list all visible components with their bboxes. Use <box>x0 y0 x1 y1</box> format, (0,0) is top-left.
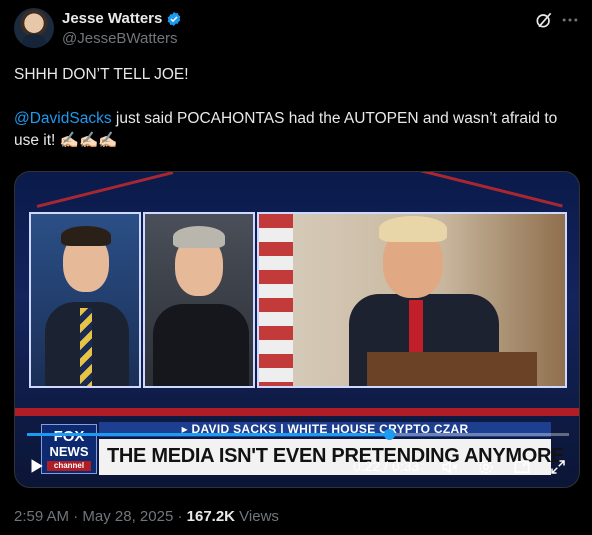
chyron-headline-text: THE MEDIA ISN'T EVEN PRETENDING ANYMORE <box>107 445 565 467</box>
views-count: 167.2K <box>186 508 236 525</box>
person-hair <box>173 226 225 248</box>
tweet-meta: 2:59 AM · May 28, 2025 · 167.2K Views <box>14 508 279 525</box>
video-player[interactable]: FOX NEWS channel ▸ DAVID SACKS | WHITE H… <box>14 171 580 488</box>
verified-badge-icon <box>168 11 181 26</box>
avatar[interactable] <box>14 8 54 48</box>
tweet-spacer <box>14 86 580 108</box>
video-panel-host <box>29 212 141 388</box>
person-hair <box>61 226 111 246</box>
tweet-date[interactable]: May 28, 2025 <box>82 508 173 525</box>
logo-text-bottom: channel <box>47 461 91 471</box>
tweet-line-1: SHHH DON’T TELL JOE! <box>14 66 189 83</box>
video-panel-guest <box>143 212 255 388</box>
author-handle[interactable]: @JesseBWatters <box>62 30 178 47</box>
more-icon[interactable] <box>560 10 580 30</box>
grok-icon[interactable] <box>534 10 554 30</box>
person-body <box>153 304 249 386</box>
video-panel-footage <box>257 212 567 388</box>
logo-text-top: FOX <box>53 428 85 445</box>
background-streak <box>397 172 563 208</box>
settings-icon[interactable] <box>477 458 495 476</box>
video-time: 0:22 / 0:33 <box>353 458 420 474</box>
lower-third-bar <box>15 408 579 416</box>
author-name[interactable]: Jesse Watters <box>62 10 162 27</box>
meta-separator: · <box>173 508 187 525</box>
channel-logo: FOX NEWS channel <box>41 424 97 474</box>
tie <box>80 308 92 386</box>
volume-icon[interactable] <box>441 458 459 476</box>
background-streak <box>36 172 174 208</box>
tweet-header: Jesse Watters @JesseBWatters <box>14 8 580 52</box>
person-hair <box>379 216 447 242</box>
fullscreen-icon[interactable] <box>549 458 567 476</box>
author-name-row: Jesse Watters <box>62 10 182 27</box>
mention-link[interactable]: @DavidSacks <box>14 110 112 127</box>
meta-separator: · <box>69 508 83 525</box>
play-icon[interactable] <box>27 457 45 475</box>
tweet-time[interactable]: 2:59 AM <box>14 508 69 525</box>
tie <box>409 300 423 360</box>
tweet-body: SHHH DON’T TELL JOE! @DavidSacks just sa… <box>14 64 580 152</box>
video-progress-fill <box>27 433 389 436</box>
video-progress-bar[interactable] <box>27 429 569 440</box>
video-progress-knob[interactable] <box>383 429 395 440</box>
flag-graphic <box>259 214 293 386</box>
logo-text-mid: NEWS <box>49 444 89 459</box>
podium <box>367 352 537 386</box>
views-label: Views <box>235 508 279 525</box>
pip-icon[interactable] <box>513 458 531 476</box>
